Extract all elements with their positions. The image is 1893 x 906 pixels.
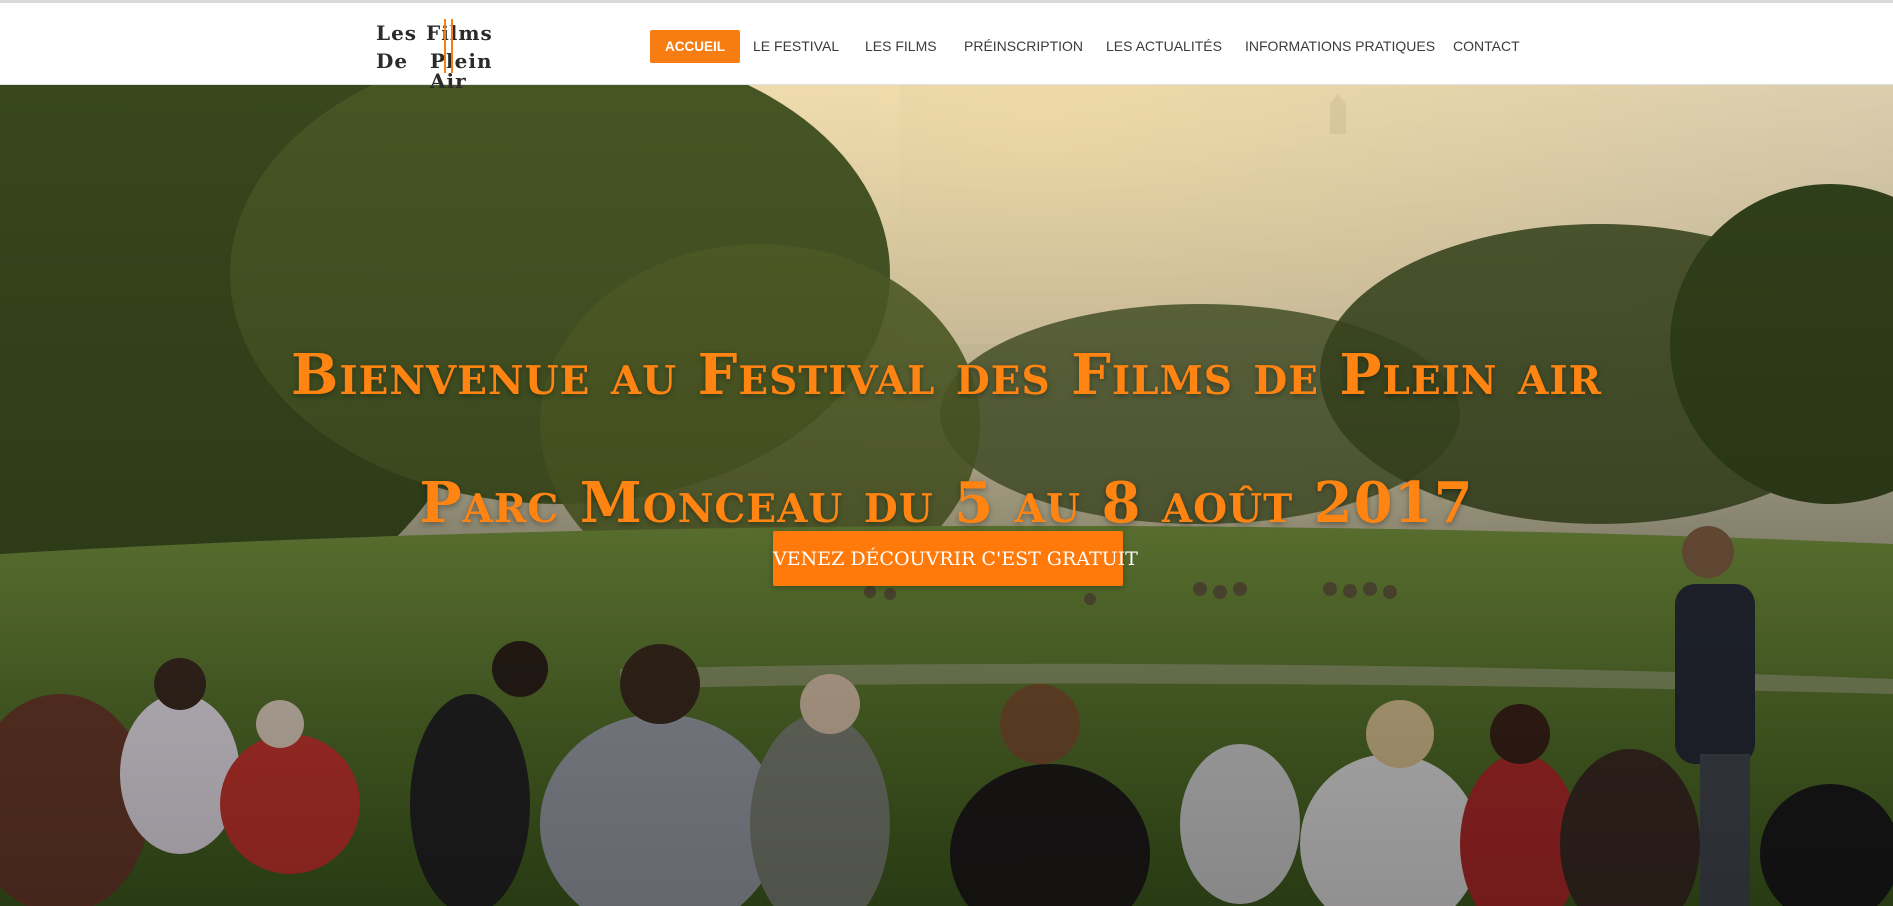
logo-bar-right	[451, 19, 453, 73]
nav-informations-pratiques[interactable]: INFORMATIONS PRATIQUES	[1245, 30, 1435, 63]
nav-contact[interactable]: CONTACT	[1453, 30, 1520, 63]
hero-title: Bienvenue au Festival des Films de Plein…	[291, 341, 1602, 408]
hero-subtitle: Parc Monceau du 5 au 8 août 2017	[419, 470, 1474, 537]
nav-preinscription[interactable]: PRÉINSCRIPTION	[964, 30, 1083, 63]
logo-text-films: Films	[426, 21, 493, 45]
logo-text-les: Les	[376, 21, 418, 45]
site-header: Les Films De Plein Air ACCUEIL LE FESTIV…	[0, 3, 1893, 91]
site-logo[interactable]: Les Films De Plein Air	[374, 19, 534, 91]
nav-les-films[interactable]: LES FILMS	[865, 30, 937, 63]
nav-les-actualites[interactable]: LES ACTUALITÉS	[1106, 30, 1222, 63]
logo-text-de: De	[376, 49, 409, 73]
nav-accueil[interactable]: ACCUEIL	[650, 30, 740, 63]
nav-le-festival[interactable]: LE FESTIVAL	[753, 30, 839, 63]
hero-section: Bienvenue au Festival des Films de Plein…	[0, 84, 1893, 906]
discover-free-button[interactable]: VENEZ DÉCOUVRIR C'EST GRATUIT	[773, 531, 1138, 586]
logo-bar-left	[444, 19, 446, 73]
